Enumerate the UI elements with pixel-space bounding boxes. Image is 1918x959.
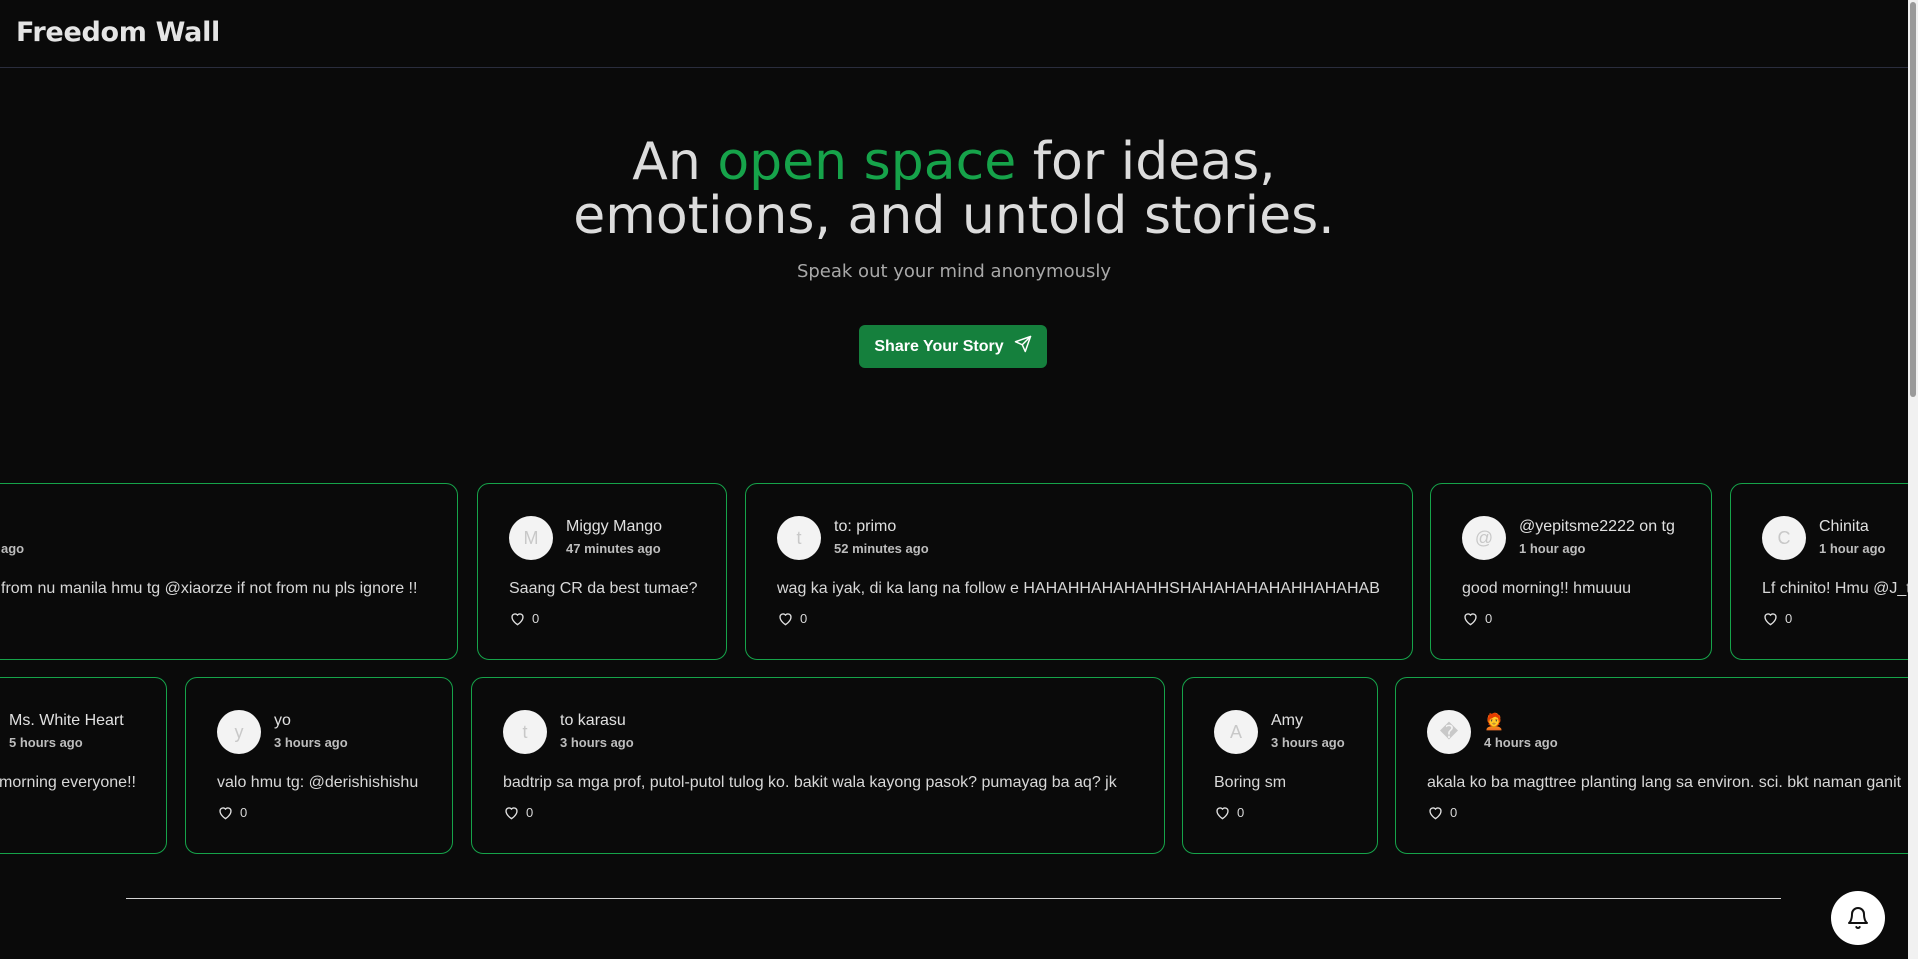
post-message: Saang CR da best tumae? xyxy=(509,580,698,597)
like-button[interactable]: 0 xyxy=(509,611,539,626)
avatar: t xyxy=(503,710,547,754)
heart-icon xyxy=(1216,807,1229,820)
like-count: 0 xyxy=(240,805,248,820)
like-button[interactable]: 0 xyxy=(503,805,533,820)
like-button[interactable]: 0 xyxy=(1762,611,1792,626)
posts-row-1: ago from nu manila hmu tg @xiaorze if no… xyxy=(0,483,1908,660)
like-count: 0 xyxy=(1785,611,1793,626)
post-author: Amy xyxy=(1271,712,1303,729)
post-author: Miggy Mango xyxy=(566,518,663,535)
post-author: Chinita xyxy=(1819,518,1869,535)
send-icon xyxy=(1014,335,1032,358)
avatar: t xyxy=(777,516,821,560)
like-button[interactable]: 0 xyxy=(1462,611,1492,626)
post-author: to: primo xyxy=(834,518,897,535)
scrollbar-thumb[interactable] xyxy=(1910,2,1916,397)
heart-icon xyxy=(779,613,792,626)
post-time: 1 hour ago xyxy=(1519,541,1586,556)
post-time: 3 hours ago xyxy=(1271,735,1345,750)
heart-icon xyxy=(1764,613,1777,626)
avatar: C xyxy=(1762,516,1806,560)
post-author: to karasu xyxy=(560,712,626,729)
post-author: @yepitsme2222 on tg xyxy=(1519,518,1675,535)
post-card[interactable]: @ @yepitsme2222 on tg 1 hour ago good mo… xyxy=(1430,483,1712,660)
like-count: 0 xyxy=(800,611,808,626)
app-title[interactable]: Freedom Wall xyxy=(16,17,220,48)
post-message: good morning!! hmuuuu xyxy=(1462,580,1631,597)
post-time: 4 hours ago xyxy=(1484,735,1558,750)
hero-tagline: Speak out your mind anonymously xyxy=(796,261,1112,282)
like-count: 0 xyxy=(532,611,540,626)
section-divider xyxy=(126,898,1781,899)
post-card[interactable]: A Amy 3 hours ago Boring sm 0 xyxy=(1182,677,1378,854)
post-message: akala ko ba magttree planting lang sa en… xyxy=(1427,774,1902,791)
headline-accent: open space xyxy=(717,132,1017,192)
post-card[interactable]: ago from nu manila hmu tg @xiaorze if no… xyxy=(0,483,458,660)
post-card[interactable]: y yo 3 hours ago valo hmu tg: @derishish… xyxy=(185,677,453,854)
post-message: from nu manila hmu tg @xiaorze if not fr… xyxy=(1,580,418,597)
post-message: Boring sm xyxy=(1214,774,1287,791)
post-card[interactable]: Ms. White Heart 5 hours ago morning ever… xyxy=(0,677,167,854)
like-button[interactable]: 0 xyxy=(1214,805,1244,820)
post-message: valo hmu tg: @derishishishu xyxy=(217,774,419,791)
like-count: 0 xyxy=(526,805,534,820)
bell-icon xyxy=(1848,907,1868,929)
avatar: @ xyxy=(1462,516,1506,560)
hero-headline: An open space for ideas, emotions, and u… xyxy=(0,135,1908,243)
heart-icon xyxy=(1464,613,1477,626)
like-count: 0 xyxy=(1450,805,1458,820)
headline-part2: for ideas, xyxy=(1016,132,1276,192)
post-time: 3 hours ago xyxy=(560,735,634,750)
posts-row-2: Ms. White Heart 5 hours ago morning ever… xyxy=(0,677,1908,854)
heart-icon xyxy=(1429,807,1442,820)
heart-icon xyxy=(505,807,518,820)
post-time: 3 hours ago xyxy=(274,735,348,750)
share-story-button[interactable]: Share Your Story xyxy=(859,325,1047,368)
page-scrollbar[interactable] xyxy=(1908,0,1918,959)
like-button[interactable]: 0 xyxy=(777,611,807,626)
post-time: 5 hours ago xyxy=(9,735,83,750)
like-count: 0 xyxy=(1237,805,1245,820)
like-button[interactable]: 0 xyxy=(1427,805,1457,820)
heart-icon xyxy=(219,807,232,820)
hero-section: An open space for ideas, emotions, and u… xyxy=(0,135,1908,282)
heart-icon xyxy=(511,613,524,626)
avatar: M xyxy=(509,516,553,560)
top-header: Freedom Wall xyxy=(0,0,1908,68)
headline-part1: An xyxy=(632,132,718,192)
avatar: � xyxy=(1427,710,1471,754)
share-story-label: Share Your Story xyxy=(874,337,1004,355)
post-author: yo xyxy=(274,712,291,729)
post-author: Ms. White Heart xyxy=(9,712,124,729)
post-card[interactable]: C Chinita 1 hour ago Lf chinito! Hmu @J_… xyxy=(1730,483,1908,660)
post-message: wag ka iyak, di ka lang na follow e HAHA… xyxy=(777,580,1380,597)
post-time: 1 hour ago xyxy=(1819,541,1886,556)
post-author: 🧑‍🦰 xyxy=(1484,714,1504,731)
like-button[interactable]: 0 xyxy=(217,805,247,820)
post-message: morning everyone!! xyxy=(0,774,136,791)
post-message: badtrip sa mga prof, putol-putol tulog k… xyxy=(503,774,1117,791)
post-time: 47 minutes ago xyxy=(566,541,661,556)
post-message: Lf chinito! Hmu @J_t xyxy=(1762,580,1908,597)
post-card[interactable]: � 🧑‍🦰 4 hours ago akala ko ba magttree p… xyxy=(1395,677,1908,854)
post-card[interactable]: t to: primo 52 minutes ago wag ka iyak, … xyxy=(745,483,1413,660)
avatar: A xyxy=(1214,710,1258,754)
like-count: 0 xyxy=(1485,611,1493,626)
post-card[interactable]: t to karasu 3 hours ago badtrip sa mga p… xyxy=(471,677,1165,854)
post-time: 52 minutes ago xyxy=(834,541,929,556)
post-card[interactable]: M Miggy Mango 47 minutes ago Saang CR da… xyxy=(477,483,727,660)
headline-line2: emotions, and untold stories. xyxy=(573,186,1335,246)
avatar: y xyxy=(217,710,261,754)
post-time: ago xyxy=(1,541,25,556)
notification-button[interactable] xyxy=(1831,891,1885,945)
